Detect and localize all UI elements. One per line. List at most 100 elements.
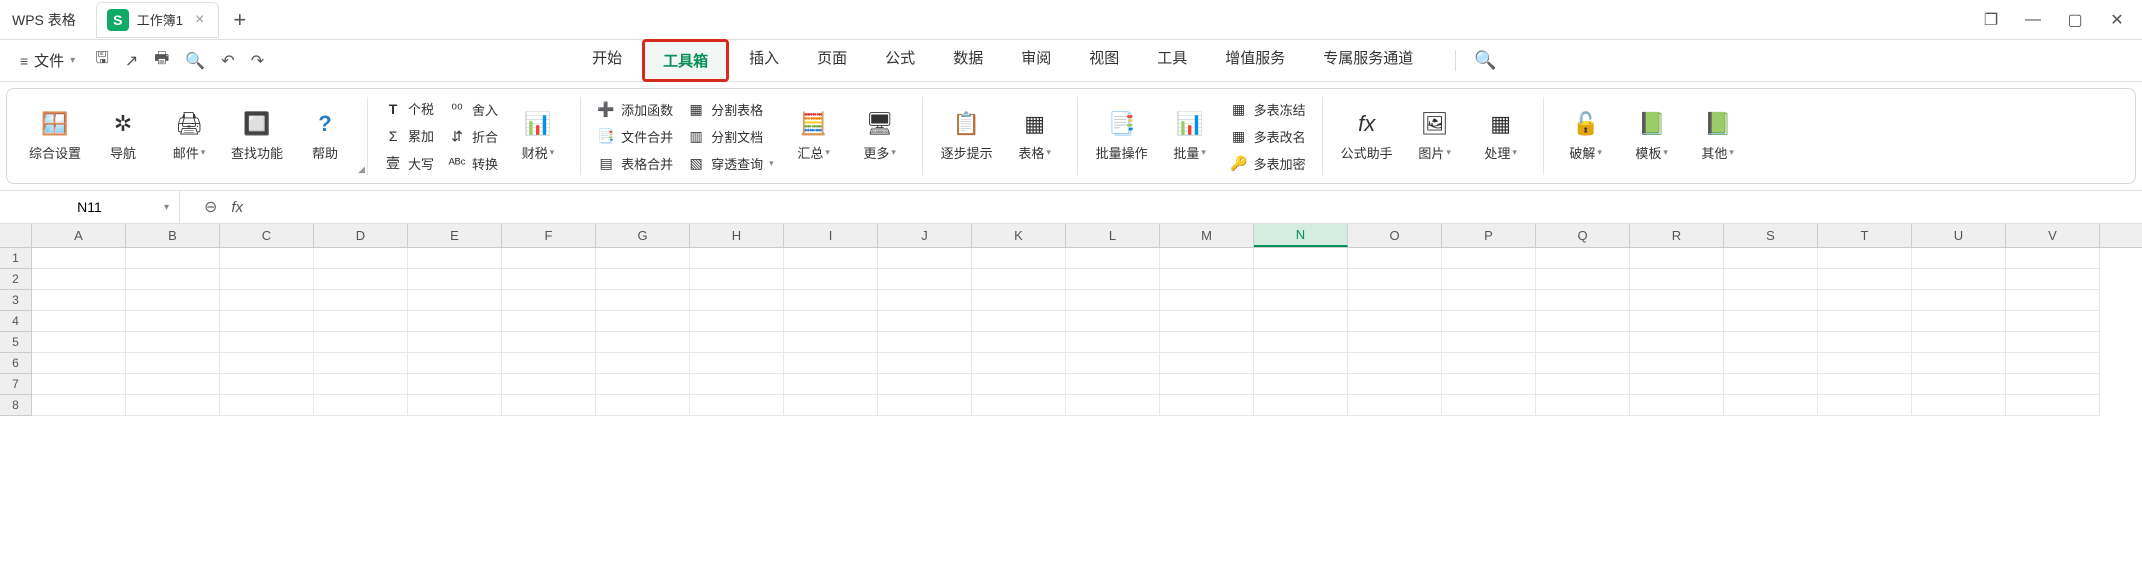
cell[interactable] bbox=[1912, 290, 2006, 311]
batch-quantity-button[interactable]: 📊批量▾ bbox=[1162, 107, 1218, 166]
personal-tax-button[interactable]: T个税 bbox=[382, 97, 436, 120]
multi-table-encrypt-button[interactable]: 🔑多表加密 bbox=[1228, 152, 1308, 175]
cell[interactable] bbox=[784, 395, 878, 416]
export-icon[interactable]: ↗ bbox=[119, 47, 144, 75]
cell[interactable] bbox=[1818, 353, 1912, 374]
redo-icon[interactable]: ↷ bbox=[245, 47, 270, 75]
menu-tab-4[interactable]: 公式 bbox=[867, 39, 933, 82]
cell[interactable] bbox=[1912, 353, 2006, 374]
cell[interactable] bbox=[1536, 374, 1630, 395]
convert-button[interactable]: ᴬᴮᶜ转换 bbox=[446, 152, 500, 175]
cell[interactable] bbox=[1536, 332, 1630, 353]
cell[interactable] bbox=[1536, 248, 1630, 269]
cell[interactable] bbox=[1818, 311, 1912, 332]
cell[interactable] bbox=[972, 353, 1066, 374]
cell[interactable] bbox=[1630, 269, 1724, 290]
cell[interactable] bbox=[2006, 248, 2100, 269]
cell[interactable] bbox=[32, 311, 126, 332]
other-button[interactable]: 📗其他▾ bbox=[1690, 107, 1746, 166]
cell[interactable] bbox=[1348, 395, 1442, 416]
cell[interactable] bbox=[1818, 374, 1912, 395]
fx-icon[interactable]: fx bbox=[231, 199, 243, 216]
cell[interactable] bbox=[972, 248, 1066, 269]
cell[interactable] bbox=[1254, 332, 1348, 353]
cell[interactable] bbox=[314, 248, 408, 269]
cell[interactable] bbox=[502, 269, 596, 290]
round-button[interactable]: ⁰⁰舍入 bbox=[446, 98, 500, 121]
cell[interactable] bbox=[690, 395, 784, 416]
cell[interactable] bbox=[1630, 395, 1724, 416]
cell[interactable] bbox=[220, 332, 314, 353]
menu-tab-0[interactable]: 开始 bbox=[574, 39, 640, 82]
cell[interactable] bbox=[972, 269, 1066, 290]
cell[interactable] bbox=[2006, 374, 2100, 395]
cell[interactable] bbox=[972, 374, 1066, 395]
cell[interactable] bbox=[1254, 374, 1348, 395]
cell[interactable] bbox=[1442, 311, 1536, 332]
cell[interactable] bbox=[314, 311, 408, 332]
column-header[interactable]: J bbox=[878, 224, 972, 247]
cell[interactable] bbox=[596, 290, 690, 311]
column-header[interactable]: M bbox=[1160, 224, 1254, 247]
cell[interactable] bbox=[1442, 374, 1536, 395]
cell[interactable] bbox=[314, 290, 408, 311]
cell[interactable] bbox=[596, 395, 690, 416]
cell[interactable] bbox=[878, 374, 972, 395]
cell[interactable] bbox=[1724, 269, 1818, 290]
cell[interactable] bbox=[1818, 248, 1912, 269]
find-function-button[interactable]: 🔲查找功能 bbox=[227, 107, 287, 166]
fold-convert-button[interactable]: ⇵折合 bbox=[446, 125, 500, 148]
cell[interactable] bbox=[32, 395, 126, 416]
menu-tab-10[interactable]: 专属服务通道 bbox=[1305, 39, 1431, 82]
cell[interactable] bbox=[1348, 269, 1442, 290]
multi-table-rename-button[interactable]: ▦多表改名 bbox=[1228, 125, 1308, 148]
document-tab[interactable]: S 工作簿1 × bbox=[96, 2, 220, 38]
cell[interactable] bbox=[1442, 332, 1536, 353]
name-box[interactable]: ▾ bbox=[0, 191, 180, 223]
formula-helper-button[interactable]: fx公式助手 bbox=[1337, 107, 1397, 166]
cell[interactable] bbox=[314, 332, 408, 353]
maximize-icon[interactable]: ▢ bbox=[2066, 11, 2084, 29]
cell[interactable] bbox=[1536, 395, 1630, 416]
cell[interactable] bbox=[878, 248, 972, 269]
menu-tab-5[interactable]: 数据 bbox=[935, 39, 1001, 82]
table-button[interactable]: ▦表格▾ bbox=[1007, 107, 1063, 166]
cell[interactable] bbox=[126, 269, 220, 290]
cell[interactable] bbox=[1912, 374, 2006, 395]
cell[interactable] bbox=[408, 395, 502, 416]
cell[interactable] bbox=[1160, 311, 1254, 332]
cell[interactable] bbox=[690, 332, 784, 353]
cell[interactable] bbox=[220, 374, 314, 395]
cell[interactable] bbox=[1066, 311, 1160, 332]
cell[interactable] bbox=[1912, 269, 2006, 290]
cell[interactable] bbox=[408, 353, 502, 374]
cell[interactable] bbox=[1160, 395, 1254, 416]
undo-icon[interactable]: ↶ bbox=[215, 47, 240, 75]
cell[interactable] bbox=[878, 269, 972, 290]
cell[interactable] bbox=[32, 269, 126, 290]
cell[interactable] bbox=[2006, 395, 2100, 416]
column-header[interactable]: B bbox=[126, 224, 220, 247]
column-header[interactable]: Q bbox=[1536, 224, 1630, 247]
cell[interactable] bbox=[1818, 269, 1912, 290]
cell[interactable] bbox=[596, 374, 690, 395]
cell[interactable] bbox=[502, 395, 596, 416]
cell[interactable] bbox=[314, 374, 408, 395]
save-icon[interactable]: 🖫 bbox=[89, 43, 115, 78]
cell[interactable] bbox=[2006, 353, 2100, 374]
cell[interactable] bbox=[408, 269, 502, 290]
cell[interactable] bbox=[1724, 311, 1818, 332]
column-header[interactable]: L bbox=[1066, 224, 1160, 247]
menu-tab-6[interactable]: 审阅 bbox=[1003, 39, 1069, 82]
cell[interactable] bbox=[408, 290, 502, 311]
column-header[interactable]: N bbox=[1254, 224, 1348, 247]
cell[interactable] bbox=[408, 332, 502, 353]
cell[interactable] bbox=[1254, 269, 1348, 290]
window-overlap-icon[interactable]: ❐ bbox=[1982, 11, 2000, 29]
cell[interactable] bbox=[1724, 353, 1818, 374]
row-header[interactable]: 1 bbox=[0, 248, 31, 269]
row-header[interactable]: 5 bbox=[0, 332, 31, 353]
pivot-query-button[interactable]: ▧穿透查询▾ bbox=[685, 152, 776, 175]
sum-accumulate-button[interactable]: Σ累加 bbox=[382, 124, 436, 147]
column-header[interactable]: C bbox=[220, 224, 314, 247]
